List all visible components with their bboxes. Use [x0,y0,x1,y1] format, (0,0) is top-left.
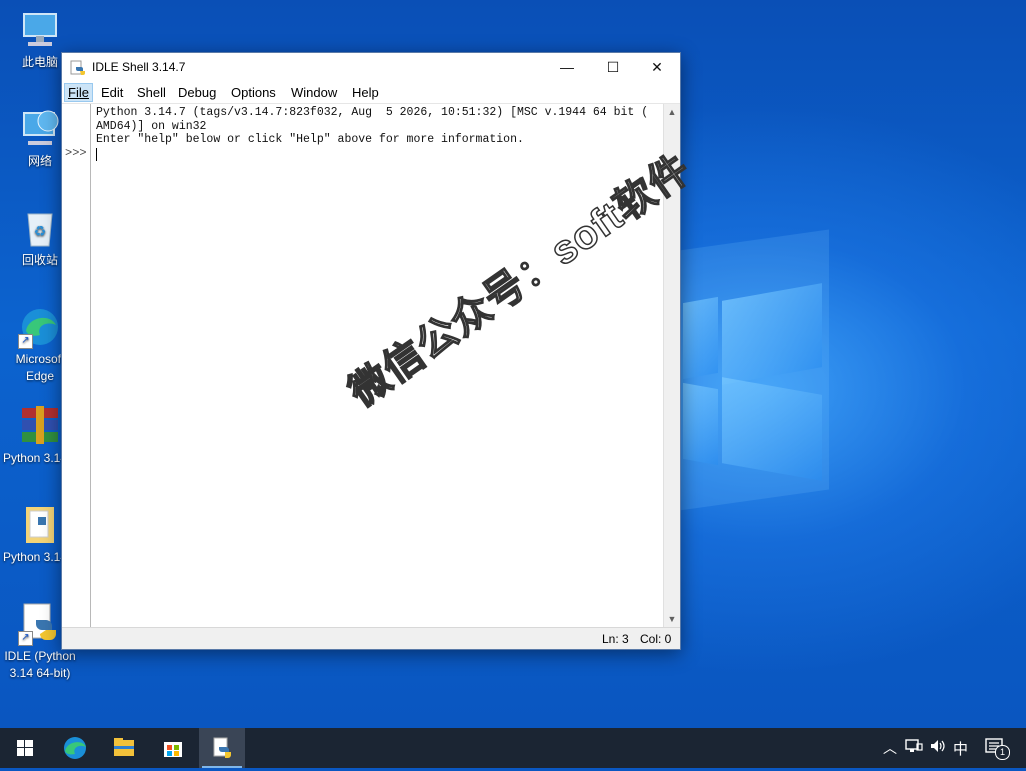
taskbar-edge[interactable] [52,728,98,768]
windows-logo-pane-bl [683,382,718,466]
menu-edit[interactable]: Edit [98,84,126,101]
menu-help[interactable]: Help [349,84,382,101]
folder-icon [114,738,134,756]
scroll-down-arrow-icon[interactable]: ▼ [664,611,680,627]
banner-line: Enter "help" below or click "Help" above… [96,133,524,146]
recycle-bin-icon: ♻ [18,206,62,250]
status-bar: Ln: 3 Col: 0 [62,627,680,649]
close-button[interactable]: ✕ [634,53,680,82]
computer-icon [18,8,62,52]
scroll-up-arrow-icon[interactable]: ▲ [664,104,680,120]
notification-count-badge: 1 [995,745,1010,760]
edge-icon: ↗ [18,305,62,349]
menu-bar: File Edit Shell Debug Options Window Hel… [62,82,680,104]
windows-logo-pane-br [722,377,822,481]
windows-start-icon [17,740,33,756]
shell-prompt: >>> [65,146,87,160]
prompt-gutter: >>> [62,104,91,627]
python-idle-icon [213,737,231,758]
taskbar: ︿ 中 1 [0,728,1026,768]
taskbar-store[interactable] [150,728,196,768]
volume-icon[interactable] [929,738,947,757]
window-title: IDLE Shell 3.14.7 [92,60,186,74]
edge-icon [64,737,86,759]
taskbar-file-explorer[interactable] [101,728,147,768]
menu-file[interactable]: File [64,83,93,102]
chevron-up-icon[interactable]: ︿ [883,738,897,758]
network-icon [18,107,62,151]
windows-logo-pane-tr [722,283,822,385]
python-idle-icon: ↗ [18,602,62,646]
folder-icon [18,503,62,547]
start-button[interactable] [2,728,48,768]
menu-window[interactable]: Window [288,84,340,101]
shortcut-arrow-icon: ↗ [18,334,33,349]
svg-text:♻: ♻ [34,224,47,240]
taskbar-idle[interactable] [199,728,245,768]
winrar-archive-icon [18,404,62,448]
title-bar[interactable]: IDLE Shell 3.14.7 — ☐ ✕ [62,53,680,82]
minimize-button[interactable]: — [544,53,590,82]
text-caret [96,148,97,161]
banner-line: Python 3.14.7 (tags/v3.14.7:823f032, Aug… [96,106,649,119]
status-line: Ln: 3 [602,632,629,646]
network-icon[interactable] [905,738,923,757]
shortcut-arrow-icon: ↗ [18,631,33,646]
windows-logo-pane-tl [683,296,718,380]
menu-options[interactable]: Options [228,84,279,101]
store-bag-icon [164,742,182,757]
menu-debug[interactable]: Debug [175,84,219,101]
maximize-button[interactable]: ☐ [590,53,636,82]
banner-line: AMD64)] on win32 [96,119,207,133]
menu-shell[interactable]: Shell [134,84,169,101]
shell-output[interactable]: Python 3.14.7 (tags/v3.14.7:823f032, Aug… [96,106,661,147]
status-col: Col: 0 [640,632,672,646]
ime-indicator[interactable]: 中 [953,738,968,759]
desktop-icon-label: IDLE (Python 3.14 64-bit) [4,649,76,680]
python-app-icon [70,60,86,76]
